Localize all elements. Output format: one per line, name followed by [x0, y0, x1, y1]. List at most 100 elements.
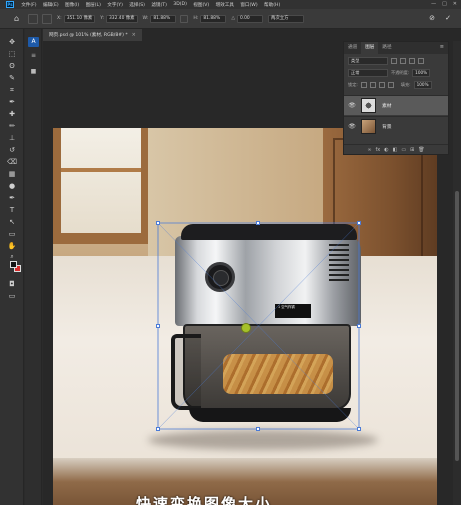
- y-input[interactable]: 332.40 像素: [106, 14, 138, 23]
- tab-paths[interactable]: 路径: [378, 42, 395, 54]
- adjust-filter-icon[interactable]: [400, 58, 406, 64]
- h-field: H: 81.88%: [193, 14, 227, 23]
- lock-position-icon[interactable]: [378, 82, 385, 88]
- pixel-filter-icon[interactable]: [391, 58, 397, 64]
- menu-view[interactable]: 视图(V): [190, 2, 212, 8]
- w-label: W:: [142, 16, 149, 21]
- opacity-input[interactable]: 100%: [412, 69, 431, 77]
- minimize-icon[interactable]: —: [431, 1, 436, 7]
- brush-icon[interactable]: ✏: [6, 121, 18, 132]
- transform-handle-top-right[interactable]: [357, 221, 361, 225]
- maximize-icon[interactable]: □: [442, 1, 447, 7]
- type-filter-icon[interactable]: [409, 58, 415, 64]
- healing-icon[interactable]: ✚: [6, 109, 18, 120]
- tools-panel: ✥ ⬚ ʘ ✎ ⌗ ✒ ✚ ✏ ⊥ ↺ ⌫ ▦ ● ✒ T ↖ ▭ ✋ ⌕ ◘ …: [0, 29, 24, 505]
- angle-input[interactable]: 0.00: [236, 14, 263, 23]
- shape-icon[interactable]: ▭: [6, 229, 18, 240]
- history-brush-icon[interactable]: ↺: [6, 145, 18, 156]
- lock-icons: [360, 82, 394, 88]
- w-input[interactable]: 81.88%: [150, 14, 177, 23]
- menu-select[interactable]: 选择(S): [126, 2, 148, 8]
- transform-handle-right[interactable]: [357, 324, 361, 328]
- interpolation-select[interactable]: 两次立方: [267, 14, 304, 23]
- visibility-eye-icon[interactable]: 👁: [347, 102, 357, 109]
- fill-input[interactable]: 100%: [413, 81, 432, 89]
- blend-mode-select[interactable]: 正常: [348, 69, 388, 77]
- layer-row-fryer[interactable]: 👁 素材: [344, 95, 448, 115]
- tab-close-icon[interactable]: ×: [132, 32, 136, 38]
- x-input[interactable]: 351.10 像素: [63, 14, 96, 23]
- window-frame-image: [53, 128, 148, 244]
- close-icon[interactable]: ✕: [453, 1, 457, 7]
- document-canvas[interactable]: 1 空气炸锅: [53, 128, 437, 505]
- stamp-icon[interactable]: ⊥: [6, 133, 18, 144]
- trash-icon[interactable]: 🗑: [418, 147, 424, 153]
- new-layer-icon[interactable]: ⊞: [410, 147, 414, 153]
- tab-channels[interactable]: 通道: [344, 42, 361, 54]
- lock-paint-icon[interactable]: [369, 82, 376, 88]
- lasso-icon[interactable]: ʘ: [6, 61, 18, 72]
- layer-style-icon[interactable]: fx: [376, 147, 381, 153]
- tab-layers[interactable]: 图层: [361, 42, 379, 54]
- pen-icon[interactable]: ✒: [6, 193, 18, 204]
- document-tab[interactable]: 网页.psd @ 101% (素材, RGB/8#) * ×: [43, 29, 142, 41]
- menu-window[interactable]: 窗口(W): [237, 2, 261, 8]
- kind-filter-select[interactable]: 类型: [348, 57, 388, 65]
- link-icon[interactable]: [180, 14, 189, 23]
- menu-filter[interactable]: 滤镜(T): [148, 2, 170, 8]
- options-bar: ⌂ X: 351.10 像素 Y: 332.40 像素 W: 81.88% H:…: [0, 9, 461, 29]
- properties-panel-icon[interactable]: A: [28, 37, 39, 47]
- layer-row-background[interactable]: 👁 背景: [344, 116, 448, 136]
- lock-all-icon[interactable]: [387, 82, 394, 88]
- foreground-color-swatch[interactable]: [10, 261, 17, 268]
- panel-menu-icon[interactable]: ≡: [440, 44, 444, 50]
- cancel-transform-icon[interactable]: ⊘: [427, 14, 437, 24]
- transform-handle-top[interactable]: [256, 221, 260, 225]
- visibility-eye-icon[interactable]: 👁: [347, 123, 357, 130]
- reference-point-icon[interactable]: [42, 13, 52, 24]
- layer-name: 素材: [382, 104, 392, 109]
- dodge-icon[interactable]: ●: [6, 181, 18, 192]
- adjustments-panel-icon[interactable]: ≡: [28, 51, 39, 61]
- crop-icon[interactable]: ⌗: [6, 85, 18, 96]
- eraser-icon[interactable]: ⌫: [6, 157, 18, 168]
- menu-edit[interactable]: 编辑(E): [40, 2, 62, 8]
- menu-image[interactable]: 图像(I): [62, 2, 83, 8]
- menu-3d[interactable]: 3D(D): [170, 2, 190, 7]
- type-icon[interactable]: T: [6, 205, 18, 216]
- link-layers-icon[interactable]: ∞: [367, 147, 371, 153]
- transform-handle-bottom[interactable]: [256, 427, 260, 431]
- menu-layer[interactable]: 图层(L): [82, 2, 104, 8]
- commit-transform-icon[interactable]: ✓: [443, 14, 453, 24]
- transform-handle-bottom-left[interactable]: [156, 427, 160, 431]
- gradient-icon[interactable]: ▦: [6, 169, 18, 180]
- shape-filter-icon[interactable]: [418, 58, 424, 64]
- scrollbar-thumb[interactable]: [455, 191, 459, 461]
- move-icon[interactable]: ✥: [6, 37, 18, 48]
- layer-name: 背景: [382, 125, 392, 130]
- h-input[interactable]: 81.88%: [200, 14, 227, 23]
- layer-mask-icon[interactable]: ◧: [393, 147, 398, 153]
- menu-file[interactable]: 文件(F): [18, 2, 40, 8]
- new-group-icon[interactable]: ▭: [401, 147, 406, 153]
- transform-handle-bottom-right[interactable]: [357, 427, 361, 431]
- eyedropper-icon[interactable]: ✒: [6, 97, 18, 108]
- marquee-icon[interactable]: ⬚: [6, 49, 18, 60]
- quick-select-icon[interactable]: ✎: [6, 73, 18, 84]
- lock-pixels-icon[interactable]: [360, 82, 367, 88]
- path-select-icon[interactable]: ↖: [6, 217, 18, 228]
- vertical-scrollbar[interactable]: [453, 41, 461, 505]
- transform-handle-left[interactable]: [156, 324, 160, 328]
- transform-handle-top-left[interactable]: [156, 221, 160, 225]
- libraries-panel-icon[interactable]: ■: [28, 67, 39, 77]
- quick-mask-icon[interactable]: ◘: [6, 279, 18, 290]
- home-icon[interactable]: ⌂: [14, 14, 24, 24]
- transform-mode-icon[interactable]: [28, 13, 38, 24]
- menu-type[interactable]: 文字(Y): [104, 2, 126, 8]
- menu-plugins[interactable]: 增效工具: [212, 2, 237, 8]
- menu-help[interactable]: 帮助(H): [261, 2, 284, 8]
- screen-mode-icon[interactable]: ▭: [6, 291, 18, 302]
- adjustment-layer-icon[interactable]: ◐: [384, 147, 388, 153]
- air-fryer-layer[interactable]: 1 空气炸锅: [171, 224, 361, 434]
- fryer-label: 1 空气炸锅: [275, 304, 311, 318]
